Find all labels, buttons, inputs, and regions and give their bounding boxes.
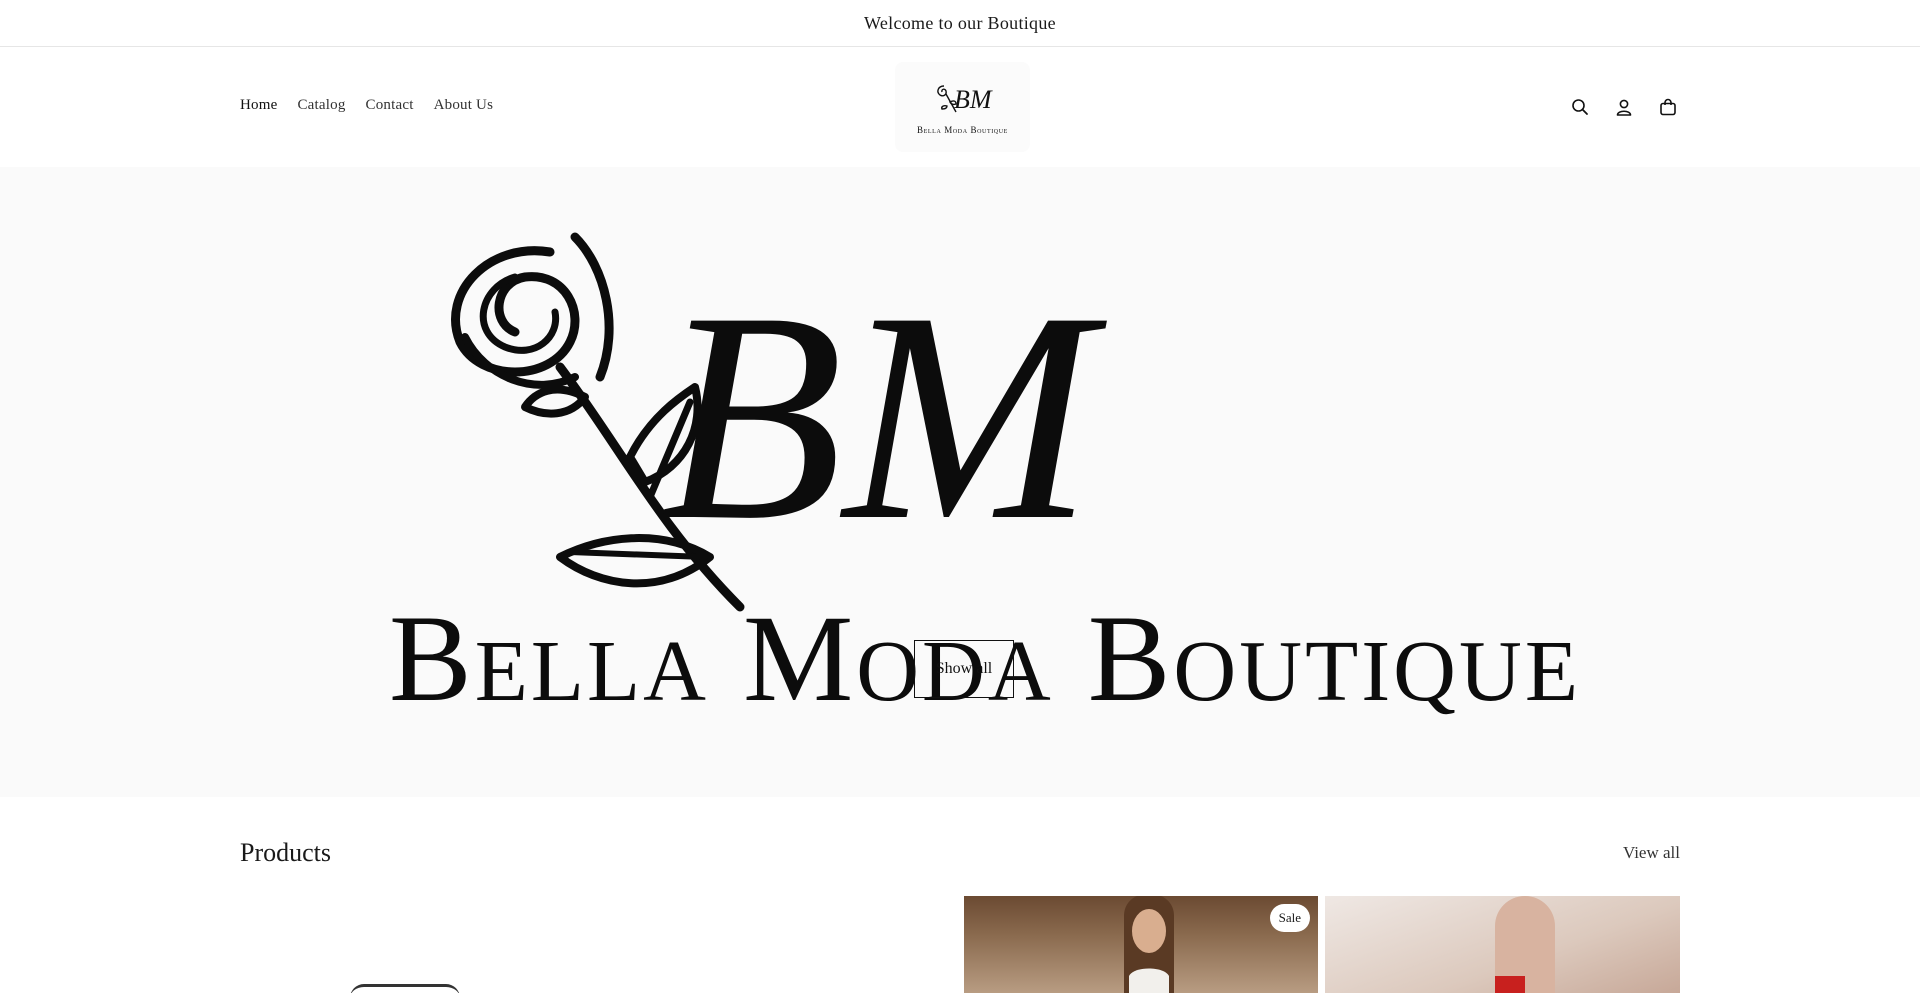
announcement-bar: Welcome to our Boutique: [0, 0, 1920, 47]
nav-item-contact[interactable]: Contact: [366, 97, 414, 114]
header-logo-wordmark: Bella Moda Boutique: [917, 124, 1008, 135]
search-icon[interactable]: [1568, 95, 1592, 119]
product-card[interactable]: [600, 896, 955, 993]
hero-banner: BM Bella Moda Boutique Show all: [0, 167, 1920, 797]
site-header: Home Catalog Contact About Us BM Bella M…: [0, 47, 1920, 167]
nav-item-about-us[interactable]: About Us: [434, 97, 494, 114]
products-header: Products View all: [240, 838, 1680, 868]
header-logo[interactable]: BM Bella Moda Boutique: [895, 62, 1030, 152]
main-nav: Home Catalog Contact About Us: [240, 97, 493, 114]
product-card[interactable]: Sale: [964, 896, 1318, 993]
sale-badge: Sale: [1269, 904, 1310, 932]
show-all-button[interactable]: Show all: [914, 640, 1014, 698]
product-image: [350, 984, 460, 993]
view-all-link[interactable]: View all: [1623, 843, 1680, 863]
product-card[interactable]: [240, 896, 595, 993]
cart-icon[interactable]: [1656, 95, 1680, 119]
product-image-accent: [1495, 976, 1525, 993]
products-heading: Products: [240, 838, 331, 867]
header-actions: [1568, 95, 1680, 119]
rose-monogram-logo: BM: [936, 85, 993, 114]
product-image: [1124, 896, 1174, 993]
announcement-text: Welcome to our Boutique: [864, 12, 1056, 33]
hero-monogram: BM: [660, 250, 1110, 582]
product-card[interactable]: [1325, 896, 1680, 993]
product-grid: Sale: [240, 896, 1680, 993]
account-icon[interactable]: [1612, 95, 1636, 119]
nav-item-home[interactable]: Home: [240, 97, 277, 114]
nav-item-catalog[interactable]: Catalog: [297, 97, 345, 114]
header-logo-monogram: BM: [954, 85, 993, 114]
